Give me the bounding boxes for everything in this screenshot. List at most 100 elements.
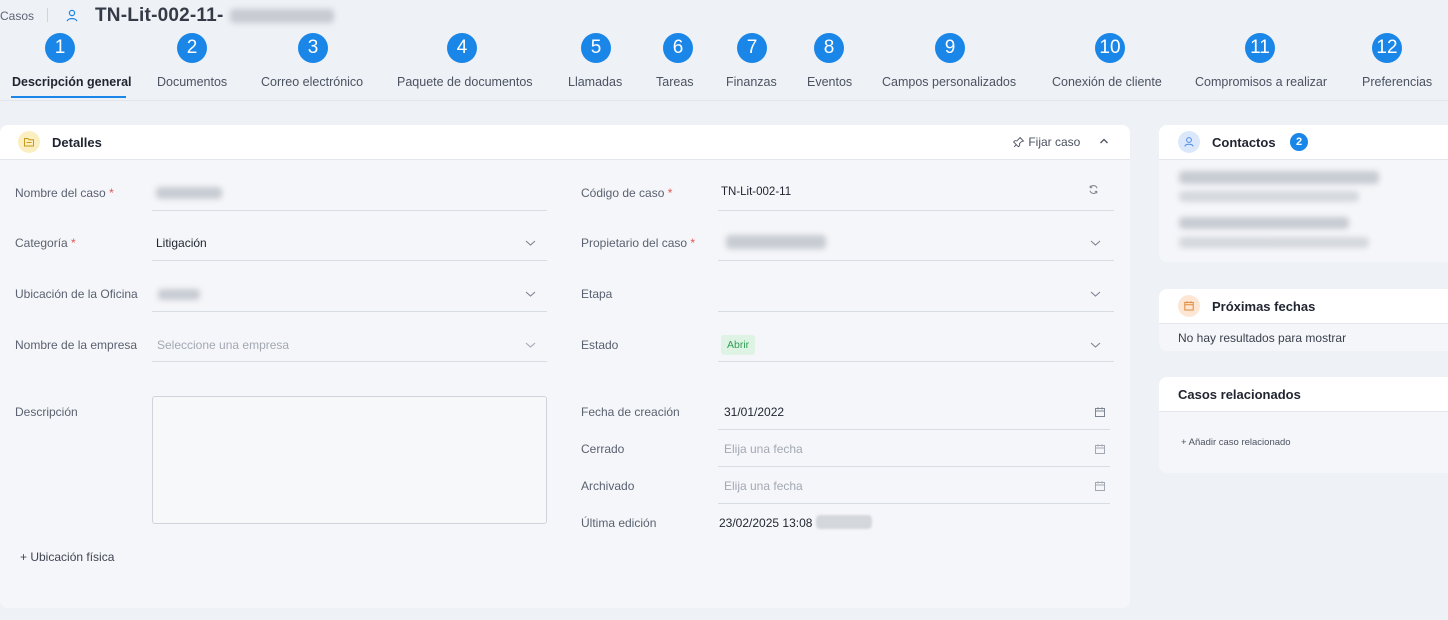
tab-number-badge: 10: [1095, 33, 1125, 63]
details-title: Detalles: [52, 135, 102, 150]
case-code-field[interactable]: [718, 210, 1114, 211]
description-label: Descripción: [15, 405, 78, 419]
tab-number-badge: 11: [1245, 33, 1275, 63]
last-edit-label: Última edición: [581, 516, 657, 530]
description-textarea[interactable]: [152, 396, 547, 524]
upcoming-empty-message: No hay resultados para mostrar: [1178, 331, 1347, 345]
stage-select[interactable]: [718, 311, 1114, 312]
add-physical-location-button[interactable]: + Ubicación física: [20, 550, 114, 564]
chevron-down-icon[interactable]: [525, 290, 536, 298]
tab-label: Documentos: [157, 75, 228, 89]
breadcrumb-casos[interactable]: Casos: [0, 9, 34, 23]
upcoming-dates-title: Próximas fechas: [1212, 299, 1316, 314]
status-badge[interactable]: Abrir: [721, 335, 756, 355]
chevron-down-icon[interactable]: [525, 239, 536, 247]
tab-number-badge: 12: [1372, 33, 1402, 63]
chevron-down-icon[interactable]: [525, 341, 536, 349]
redacted-contact-detail: [1179, 191, 1359, 202]
tab-label: Llamadas: [568, 75, 623, 89]
tab-number-badge: 8: [814, 33, 844, 63]
contacts-title: Contactos: [1212, 135, 1276, 150]
status-label: Estado: [581, 338, 619, 352]
redacted-contact[interactable]: [1179, 171, 1379, 184]
case-name-label: Nombre del caso *: [15, 186, 114, 200]
closed-date-field[interactable]: [718, 466, 1110, 467]
tab-label: Finanzas: [726, 75, 777, 89]
pin-case-button[interactable]: Fijar caso: [1012, 135, 1081, 149]
office-location-select[interactable]: [152, 311, 547, 312]
archived-label: Archivado: [581, 479, 635, 493]
case-title-dash: -: [217, 5, 224, 26]
category-select[interactable]: [152, 260, 547, 261]
tab-number-badge: 3: [298, 33, 328, 63]
tab-bar: 1 Descripción general 2 Documentos 3 Cor…: [0, 32, 1448, 100]
upcoming-dates-header: Próximas fechas: [1159, 289, 1448, 324]
last-edit-value: 23/02/2025 13:08: [719, 516, 813, 530]
tab-compromisos-a-realizar[interactable]: 11 Compromisos a realizar: [1188, 32, 1338, 100]
tab-number-badge: 4: [447, 33, 477, 63]
creation-date-field[interactable]: [718, 429, 1110, 430]
tab-label: Conexión de cliente: [1052, 75, 1162, 89]
tab-number-badge: 6: [663, 33, 693, 63]
tab-tareas[interactable]: 6 Tareas: [648, 32, 704, 100]
tab-eventos[interactable]: 8 Eventos: [800, 32, 860, 100]
top-bar: Casos TN-Lit-002-11 -: [0, 0, 1448, 32]
closed-label: Cerrado: [581, 442, 625, 456]
tab-correo-electronico[interactable]: 3 Correo electrónico: [255, 32, 375, 100]
user-icon: [66, 9, 78, 22]
tab-conexion-de-cliente[interactable]: 10 Conexión de cliente: [1045, 32, 1171, 100]
case-owner-select[interactable]: [718, 260, 1114, 261]
chevron-down-icon[interactable]: [1090, 341, 1101, 349]
chevron-down-icon[interactable]: [1090, 239, 1101, 247]
calendar-icon[interactable]: [1094, 480, 1106, 492]
tab-number-badge: 5: [581, 33, 611, 63]
chevron-up-icon[interactable]: [1098, 135, 1110, 147]
refresh-icon[interactable]: [1088, 184, 1099, 195]
contacts-count-badge: 2: [1290, 133, 1308, 151]
calendar-icon: [1178, 295, 1200, 317]
redacted-office: [158, 289, 200, 300]
tab-paquete-de-documentos[interactable]: 4 Paquete de documentos: [390, 32, 545, 100]
details-header: Detalles Fijar caso: [0, 125, 1130, 160]
closed-date-placeholder[interactable]: Elija una fecha: [724, 442, 803, 456]
tab-label: Paquete de documentos: [397, 75, 533, 89]
category-value[interactable]: Litigación: [156, 236, 207, 250]
company-placeholder[interactable]: Seleccione una empresa: [157, 338, 289, 352]
active-tab-underline: [11, 96, 126, 98]
case-code-value[interactable]: TN-Lit-002-11: [721, 186, 791, 198]
office-location-label: Ubicación de la Oficina: [15, 287, 138, 301]
tab-preferencias[interactable]: 12 Preferencias: [1355, 32, 1448, 100]
redacted-owner: [726, 235, 826, 249]
creation-date-value[interactable]: 31/01/2022: [724, 405, 784, 419]
add-related-case-button[interactable]: + Añadir caso relacionado: [1181, 437, 1291, 448]
stage-label: Etapa: [581, 287, 613, 301]
company-select[interactable]: [152, 361, 547, 362]
case-name-field[interactable]: [152, 210, 547, 211]
tab-label: Correo electrónico: [261, 75, 364, 89]
pin-case-label: Fijar caso: [1028, 135, 1081, 149]
tab-label: Descripción general: [12, 75, 132, 89]
pin-icon: [1012, 136, 1025, 148]
tab-descripcion-general[interactable]: 1 Descripción general: [0, 32, 140, 100]
calendar-icon[interactable]: [1094, 406, 1106, 418]
tab-number-badge: 7: [737, 33, 767, 63]
redacted-editor: [816, 515, 872, 529]
redacted-contact[interactable]: [1179, 217, 1349, 229]
case-code-label: Código de caso *: [581, 186, 673, 200]
chevron-down-icon[interactable]: [1090, 290, 1101, 298]
calendar-icon[interactable]: [1094, 443, 1106, 455]
tab-documentos[interactable]: 2 Documentos: [150, 32, 240, 100]
breadcrumb-divider: [47, 8, 48, 22]
archived-date-field[interactable]: [718, 503, 1110, 504]
category-label: Categoría *: [15, 236, 76, 250]
tab-campos-personalizados[interactable]: 9 Campos personalizados: [875, 32, 1030, 100]
tab-label: Tareas: [656, 75, 694, 89]
tab-number-badge: 1: [45, 33, 75, 63]
redacted-case-name: [156, 187, 222, 199]
archived-date-placeholder[interactable]: Elija una fecha: [724, 479, 803, 493]
tab-number-badge: 2: [177, 33, 207, 63]
tab-finanzas[interactable]: 7 Finanzas: [718, 32, 784, 100]
tab-llamadas[interactable]: 5 Llamadas: [560, 32, 632, 100]
status-select[interactable]: [718, 361, 1114, 362]
tabs-divider: [0, 100, 1448, 101]
